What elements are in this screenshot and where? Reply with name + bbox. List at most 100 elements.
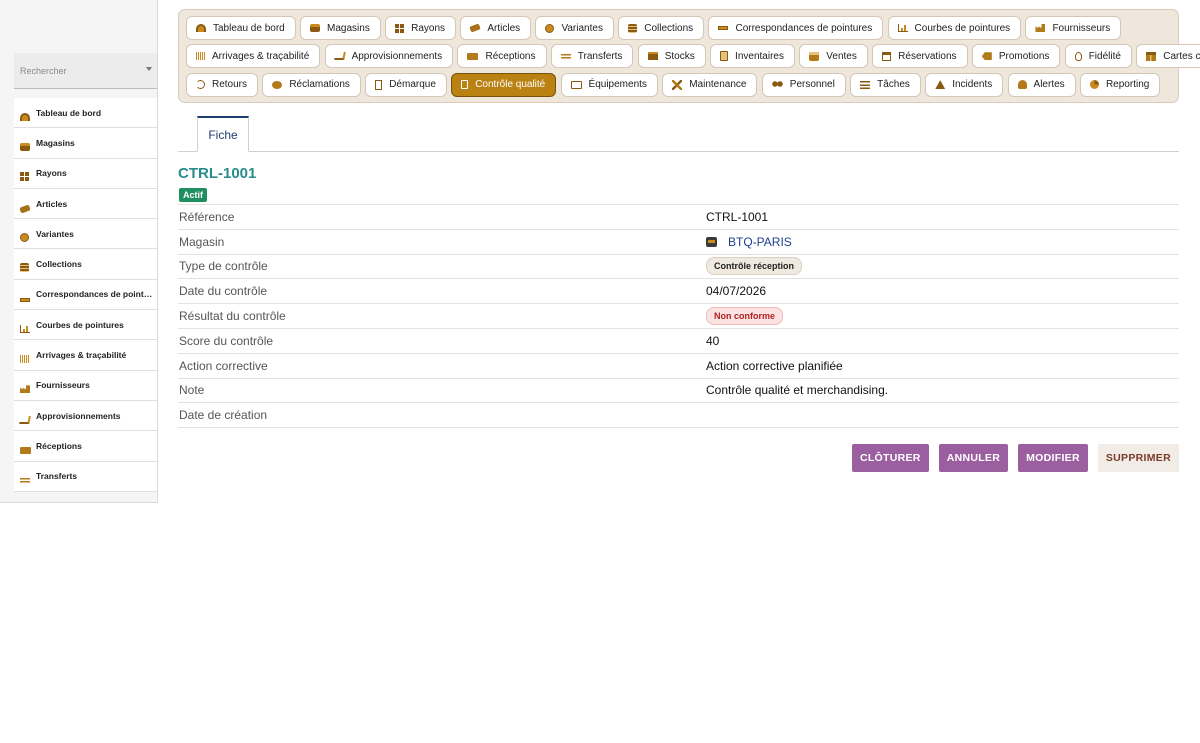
edit-button[interactable]: MODIFIER bbox=[1018, 444, 1088, 473]
sidebar-item-label: Collections bbox=[36, 259, 82, 270]
result-chip: Non conforme bbox=[706, 307, 784, 326]
module-reservations[interactable]: Réservations bbox=[872, 44, 968, 69]
module-label: Correspondances de pointures bbox=[735, 22, 873, 34]
module-transferts[interactable]: Transferts bbox=[550, 44, 634, 69]
module-collections[interactable]: Collections bbox=[618, 16, 705, 40]
module-arrivages[interactable]: Arrivages & traçabilité bbox=[186, 44, 321, 69]
arrows-icon bbox=[20, 476, 30, 485]
module-courbes[interactable]: Courbes de pointures bbox=[887, 16, 1022, 40]
module-label: Transferts bbox=[577, 50, 623, 62]
module-ventes[interactable]: Ventes bbox=[799, 44, 868, 69]
sidebar-item-label: Arrivages & traçabilité bbox=[36, 350, 127, 361]
clipboard-icon bbox=[720, 51, 729, 62]
module-personnel[interactable]: Personnel bbox=[761, 72, 846, 97]
sidebar-item-tableau-de-bord[interactable]: Tableau de bord bbox=[14, 98, 157, 129]
sidebar-item-articles[interactable]: Articles bbox=[14, 188, 157, 220]
store-icon bbox=[706, 236, 717, 247]
module-promotions[interactable]: Promotions bbox=[971, 44, 1061, 69]
sidebar-item-label: Transferts bbox=[36, 471, 78, 482]
sidebar-item-courbes[interactable]: Courbes de pointures bbox=[14, 310, 157, 341]
sidebar-item-fournisseurs[interactable]: Fournisseurs bbox=[14, 370, 157, 401]
module-receptions[interactable]: Réceptions bbox=[457, 44, 547, 69]
factory-icon bbox=[20, 385, 30, 394]
module-fidelite[interactable]: Fidélité bbox=[1064, 44, 1132, 69]
field-row-type: Type de contrôle Contrôle réception bbox=[178, 255, 1179, 280]
cart-icon bbox=[19, 415, 31, 424]
module-label: Magasins bbox=[327, 22, 370, 34]
chart-icon bbox=[20, 324, 30, 333]
module-equipements[interactable]: Équipements bbox=[560, 72, 658, 97]
record-title: CTRL-1001 bbox=[178, 165, 257, 182]
field-label: Action corrective bbox=[179, 358, 268, 373]
sidebar-item-label: Fournisseurs bbox=[36, 380, 90, 391]
module-alertes[interactable]: Alertes bbox=[1007, 72, 1076, 97]
module-controle-qualite[interactable]: Contrôle qualité bbox=[451, 72, 557, 97]
field-value: Non conforme bbox=[706, 307, 784, 326]
close-button[interactable]: CLÔTURER bbox=[851, 444, 929, 473]
palette-icon bbox=[545, 23, 555, 33]
sidebar-item-magasins[interactable]: Magasins bbox=[14, 128, 157, 159]
field-row-resultat: Résultat du contrôle Non conforme bbox=[178, 304, 1179, 329]
module-demarque[interactable]: Démarque bbox=[365, 72, 447, 97]
gift-icon bbox=[1146, 51, 1157, 61]
tab-fiche[interactable]: Fiche bbox=[197, 116, 249, 152]
module-cartes-cadeaux[interactable]: Cartes cadeaux bbox=[1136, 44, 1200, 69]
module-magasins[interactable]: Magasins bbox=[300, 16, 381, 40]
module-incidents[interactable]: Incidents bbox=[925, 72, 1004, 97]
module-rayons[interactable]: Rayons bbox=[385, 16, 457, 40]
clipboard-icon bbox=[461, 80, 469, 90]
field-label: Magasin bbox=[179, 234, 225, 249]
tools-icon bbox=[672, 79, 683, 90]
module-inventaires[interactable]: Inventaires bbox=[710, 44, 795, 69]
module-retours[interactable]: Retours bbox=[186, 72, 259, 97]
field-label: Référence bbox=[179, 209, 235, 224]
module-row: Tableau de bord Magasins Rayons Articles… bbox=[186, 16, 1171, 40]
document-icon bbox=[375, 79, 383, 90]
chevron-down-icon[interactable] bbox=[146, 67, 152, 71]
module-label: Contrôle qualité bbox=[475, 79, 546, 91]
module-tableau-de-bord[interactable]: Tableau de bord bbox=[186, 16, 296, 40]
store-link[interactable]: BTQ-PARIS bbox=[728, 235, 792, 249]
sidebar-item-label: Articles bbox=[36, 198, 68, 209]
chart-icon bbox=[897, 24, 908, 32]
bubble-icon bbox=[272, 80, 283, 89]
module-label: Cartes cadeaux bbox=[1163, 50, 1200, 62]
sidebar-item-collections[interactable]: Collections bbox=[14, 249, 157, 280]
module-approvisionnements[interactable]: Approvisionnements bbox=[324, 44, 454, 69]
field-row-creation: Date de création bbox=[178, 403, 1179, 429]
module-label: Incidents bbox=[952, 79, 993, 91]
module-variantes[interactable]: Variantes bbox=[535, 16, 614, 40]
palette-icon bbox=[20, 232, 29, 242]
cart-icon bbox=[333, 52, 346, 61]
sidebar-item-label: Magasins bbox=[36, 137, 75, 148]
module-fournisseurs[interactable]: Fournisseurs bbox=[1025, 16, 1122, 40]
undo-icon bbox=[196, 80, 205, 90]
sidebar-item-receptions[interactable]: Réceptions bbox=[14, 431, 157, 462]
module-reporting[interactable]: Reporting bbox=[1079, 72, 1161, 97]
delete-button[interactable]: SUPPRIMER bbox=[1097, 444, 1179, 473]
module-taches[interactable]: Tâches bbox=[850, 72, 921, 97]
module-maintenance[interactable]: Maintenance bbox=[662, 72, 758, 97]
module-correspondances[interactable]: Correspondances de pointures bbox=[708, 16, 884, 40]
sidebar-item-rayons[interactable]: Rayons bbox=[14, 158, 157, 189]
module-label: Tâches bbox=[877, 79, 910, 91]
module-label: Équipements bbox=[588, 79, 647, 91]
search-input[interactable] bbox=[14, 53, 157, 88]
module-label: Reporting bbox=[1105, 79, 1150, 91]
module-articles[interactable]: Articles bbox=[460, 16, 532, 40]
sidebar-item-arrivages[interactable]: Arrivages & traçabilité bbox=[14, 340, 157, 371]
dashboard-icon bbox=[196, 24, 206, 32]
module-reclamations[interactable]: Réclamations bbox=[262, 72, 361, 97]
sidebar-item-transferts[interactable]: Transferts bbox=[14, 461, 157, 492]
sidebar-item-correspondances[interactable]: Correspondances de pointures bbox=[14, 279, 157, 311]
pie-icon bbox=[1089, 80, 1099, 90]
module-label: Retours bbox=[212, 79, 248, 91]
module-stocks[interactable]: Stocks bbox=[637, 44, 706, 69]
cancel-button[interactable]: ANNULER bbox=[938, 444, 1009, 473]
sidebar-item-variantes[interactable]: Variantes bbox=[14, 219, 157, 250]
sidebar-item-approvisionnements[interactable]: Approvisionnements bbox=[14, 400, 157, 432]
field-label: Score du contrôle bbox=[179, 333, 274, 348]
calendar-icon bbox=[882, 51, 892, 61]
truck-icon bbox=[20, 446, 31, 454]
sidebar-search[interactable] bbox=[14, 53, 157, 89]
